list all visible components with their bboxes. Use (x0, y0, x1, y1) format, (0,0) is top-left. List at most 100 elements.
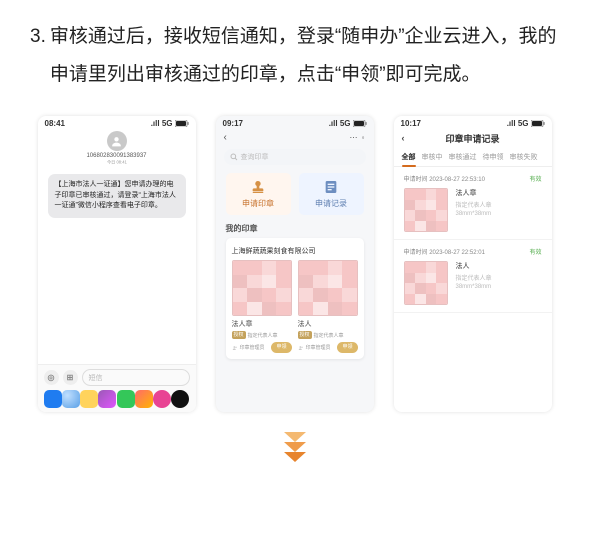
dock-icon[interactable] (98, 390, 116, 408)
manage-link[interactable]: 印章管理员 (298, 344, 331, 351)
records-icon (323, 179, 339, 195)
filter-tab-reviewing[interactable]: 审核中 (422, 148, 443, 166)
record-thumbnail (404, 261, 448, 305)
people-icon (232, 345, 238, 351)
dock-icon[interactable] (171, 390, 189, 408)
seal-name: 法人章 (232, 319, 292, 329)
step-text: 审核通过后，接收短信通知，登录“随申办”企业云进入，我的申请里列出审核通过的印章… (50, 18, 559, 94)
record-name: 法人章 (456, 188, 492, 198)
clock: 09:17 (223, 119, 243, 128)
signal-indicators: .ıll 5G (151, 119, 189, 128)
records-header: ‹ 印章申请记录 (394, 129, 552, 148)
seal-thumbnail (232, 260, 292, 316)
manage-link[interactable]: 印章管理员 (232, 344, 265, 351)
badge-subtext: 指定代表人章 (248, 332, 278, 339)
tab-apply-label: 申请印章 (242, 198, 274, 209)
claim-button[interactable]: 申领 (271, 342, 291, 353)
back-icon[interactable]: ‹ (224, 132, 227, 143)
grid-icon: ⊞ (67, 373, 74, 382)
badge-subtext: 指定代表人章 (314, 332, 344, 339)
camera-icon: ◎ (48, 373, 55, 382)
status-bar: 10:17 .ıll 5G (394, 116, 552, 129)
app-store-chip[interactable]: ⊞ (63, 370, 78, 385)
dock-icon[interactable] (62, 390, 80, 408)
record-status: 有效 (529, 247, 541, 256)
battery-icon (531, 120, 545, 127)
auth-badge: 授权 (298, 331, 312, 339)
message-date: 今日 08:41 (107, 160, 127, 166)
sms-phone: 08:41 .ıll 5G 106802830091383937 今日 08:4… (38, 116, 196, 412)
camera-chip[interactable]: ◎ (44, 370, 59, 385)
seal-thumbnail (298, 260, 358, 316)
company-card: 上海鲜蔬蔬果刻食有限公司 法人章 授权指定代表人章 印章管理员 申领 法人 (226, 238, 364, 359)
sms-bubble[interactable]: 【上海市法人一证通】您申请办理的电子印章已审核通过，请登录“上海市法人一证通”微… (48, 174, 186, 218)
record-status: 有效 (529, 174, 541, 183)
seal-item[interactable]: 法人章 授权指定代表人章 印章管理员 申领 (232, 260, 292, 353)
section-my-seals: 我的印章 (226, 223, 364, 234)
header-menu-icon[interactable]: ⋯ ◦ (349, 133, 365, 142)
clock: 10:17 (401, 119, 421, 128)
records-title: 印章申请记录 (445, 134, 499, 144)
back-icon[interactable]: ‹ (402, 133, 405, 143)
record-time: 2023-08-27 22:52:01 (429, 250, 485, 256)
search-input[interactable]: 查询印章 (224, 149, 366, 165)
filter-tab-failed[interactable]: 审核失败 (510, 148, 538, 166)
seal-app-phone: 09:17 .ıll 5G ‹ ⋯ ◦ 查询印章 申请印章 (216, 116, 374, 412)
person-icon (110, 135, 123, 148)
app-header: ‹ ⋯ ◦ (216, 129, 374, 145)
tab-apply-seal[interactable]: 申请印章 (226, 173, 291, 215)
clock: 08:41 (45, 119, 65, 128)
tab-records-label: 申请记录 (315, 198, 347, 209)
screenshot-row: 08:41 .ıll 5G 106802830091383937 今日 08:4… (30, 116, 559, 412)
status-bar: 09:17 .ıll 5G (216, 116, 374, 129)
record-sub2: 38mm*38mm (456, 284, 492, 290)
record-sub2: 38mm*38mm (456, 211, 492, 217)
records-phone: 10:17 .ıll 5G ‹ 印章申请记录 全部 审核中 审核通过 待申领 审… (394, 116, 552, 412)
dock-icon[interactable] (44, 390, 62, 408)
record-filter-tabs: 全部 审核中 审核通过 待申领 审核失败 (394, 148, 552, 167)
down-arrow-indicator (30, 430, 559, 466)
battery-icon (353, 120, 367, 127)
record-name: 法人 (456, 261, 492, 271)
filter-tab-passed[interactable]: 审核通过 (449, 148, 477, 166)
signal-text: .ıll 5G (329, 119, 351, 128)
signal-text: .ıll 5G (151, 119, 173, 128)
sender-id: 106802830091383937 (86, 153, 146, 159)
sms-header: 106802830091383937 今日 08:41 (38, 129, 196, 166)
dock-icon[interactable] (117, 390, 135, 408)
search-icon (230, 153, 238, 161)
claim-button[interactable]: 申领 (337, 342, 357, 353)
dock-icon[interactable] (80, 390, 98, 408)
sms-input[interactable]: 短信 (82, 369, 190, 386)
filter-tab-pending[interactable]: 待申领 (483, 148, 504, 166)
auth-badge: 授权 (232, 331, 246, 339)
record-item[interactable]: 申请时间 2023-08-27 22:53:10 有效 法人章 指定代表人章 3… (394, 167, 552, 240)
time-label: 申请时间 (404, 177, 428, 183)
record-time: 2023-08-27 22:53:10 (429, 177, 485, 183)
record-item[interactable]: 申请时间 2023-08-27 22:52:01 有效 法人 指定代表人章 38… (394, 240, 552, 313)
signal-indicators: .ıll 5G (329, 119, 367, 128)
status-bar: 08:41 .ıll 5G (38, 116, 196, 129)
step-number: 3. (30, 18, 46, 94)
company-name: 上海鲜蔬蔬果刻食有限公司 (232, 246, 358, 256)
stamp-icon (250, 179, 266, 195)
dock-icon[interactable] (135, 390, 153, 408)
dock-icon[interactable] (153, 390, 171, 408)
time-label: 申请时间 (404, 250, 428, 256)
signal-text: .ıll 5G (507, 119, 529, 128)
sms-footer: ◎ ⊞ 短信 (38, 364, 196, 412)
battery-icon (175, 120, 189, 127)
instruction-step: 3. 审核通过后，接收短信通知，登录“随申办”企业云进入，我的申请里列出审核通过… (30, 18, 559, 94)
record-sub1: 指定代表人章 (456, 200, 492, 209)
app-dock (38, 390, 196, 408)
record-thumbnail (404, 188, 448, 232)
signal-indicators: .ıll 5G (507, 119, 545, 128)
seal-item[interactable]: 法人 授权指定代表人章 印章管理员 申领 (298, 260, 358, 353)
contact-avatar[interactable] (107, 131, 127, 151)
chevron-down-icon (280, 430, 310, 466)
people-icon (298, 345, 304, 351)
seal-name: 法人 (298, 319, 358, 329)
record-sub1: 指定代表人章 (456, 273, 492, 282)
tab-apply-records[interactable]: 申请记录 (299, 173, 364, 215)
filter-tab-all[interactable]: 全部 (402, 148, 416, 166)
